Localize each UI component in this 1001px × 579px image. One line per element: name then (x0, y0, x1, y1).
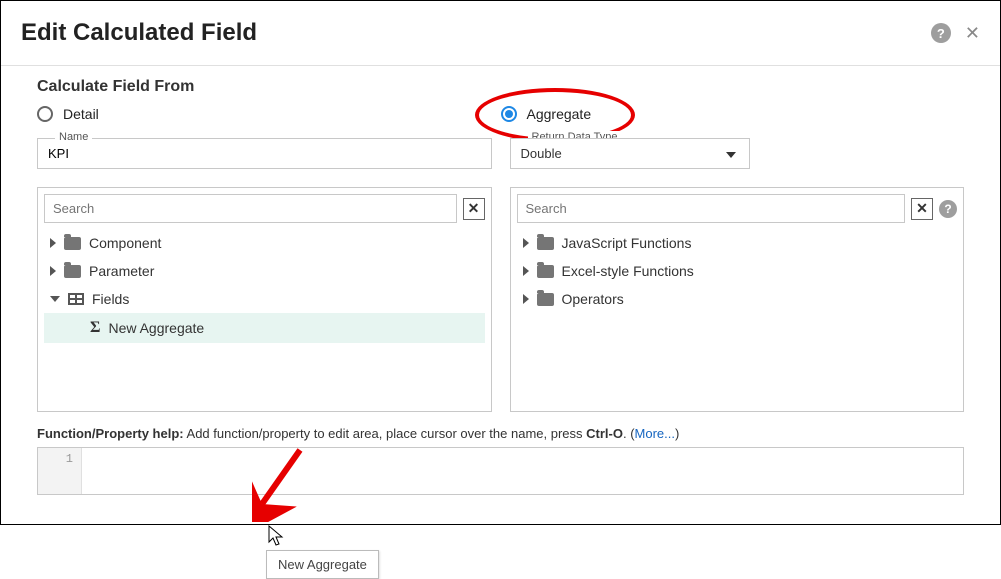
folder-icon (64, 265, 81, 278)
dialog-header: Edit Calculated Field ? ✕ (1, 1, 1000, 66)
code-editor[interactable]: 1 (37, 447, 964, 495)
name-input[interactable] (37, 138, 492, 169)
return-type-select[interactable]: Double (510, 138, 750, 169)
chevron-right-icon (523, 266, 529, 276)
chevron-right-icon (50, 238, 56, 248)
tree-item-js-functions[interactable]: JavaScript Functions (517, 229, 958, 257)
help-prefix: Function/Property help: (37, 426, 184, 441)
more-link[interactable]: More... (635, 426, 675, 441)
tree-item-excel-functions[interactable]: Excel-style Functions (517, 257, 958, 285)
cursor-icon (267, 525, 287, 547)
radio-aggregate[interactable]: Aggregate (501, 106, 965, 122)
left-search-input[interactable] (44, 194, 457, 223)
radio-detail-label: Detail (63, 106, 99, 122)
radio-icon-unselected (37, 106, 53, 122)
tree-item-label: Parameter (89, 263, 154, 279)
tree-item-component[interactable]: Component (44, 229, 485, 257)
help-key: Ctrl-O (586, 426, 623, 441)
sigma-icon: Σ (90, 321, 100, 335)
clear-search-icon[interactable]: ✕ (463, 198, 485, 220)
folder-icon (537, 293, 554, 306)
chevron-right-icon (50, 266, 56, 276)
help-icon[interactable]: ? (931, 23, 951, 43)
chevron-right-icon (523, 294, 529, 304)
dialog-title: Edit Calculated Field (21, 19, 257, 47)
tree-item-label: JavaScript Functions (562, 235, 692, 251)
chevron-right-icon (523, 238, 529, 248)
chevron-down-icon (50, 296, 60, 302)
code-body[interactable] (82, 448, 963, 494)
tree-item-parameter[interactable]: Parameter (44, 257, 485, 285)
clear-search-icon[interactable]: ✕ (911, 198, 933, 220)
help-suffix: . ( (623, 426, 635, 441)
tree-item-label: Component (89, 235, 161, 251)
tree-item-operators[interactable]: Operators (517, 285, 958, 313)
name-label: Name (55, 131, 92, 143)
tooltip: New Aggregate (266, 550, 379, 579)
line-gutter: 1 (38, 448, 82, 494)
tree-item-label: Excel-style Functions (562, 263, 694, 279)
radio-detail[interactable]: Detail (37, 106, 501, 122)
radio-row: Detail Aggregate (37, 106, 964, 122)
section-title: Calculate Field From (37, 78, 964, 96)
tree-item-new-aggregate[interactable]: Σ New Aggregate (44, 313, 485, 343)
folder-icon (64, 237, 81, 250)
tree-item-label: Operators (562, 291, 624, 307)
help-close: ) (675, 426, 679, 441)
folder-icon (537, 265, 554, 278)
radio-aggregate-label: Aggregate (527, 106, 592, 122)
help-body: Add function/property to edit area, plac… (184, 426, 587, 441)
function-help-text: Function/Property help: Add function/pro… (37, 426, 964, 441)
help-icon[interactable]: ? (939, 200, 957, 218)
close-icon[interactable]: ✕ (965, 23, 980, 44)
tree-item-label: Fields (92, 291, 129, 307)
grid-icon (68, 293, 84, 305)
tree-item-label: New Aggregate (108, 320, 204, 336)
right-tree-panel: ✕ ? JavaScript Functions Excel-style Fun… (510, 187, 965, 412)
folder-icon (537, 237, 554, 250)
right-search-input[interactable] (517, 194, 906, 223)
left-tree-panel: ✕ Component Parameter (37, 187, 492, 412)
tree-item-fields[interactable]: Fields (44, 285, 485, 313)
radio-icon-selected (501, 106, 517, 122)
